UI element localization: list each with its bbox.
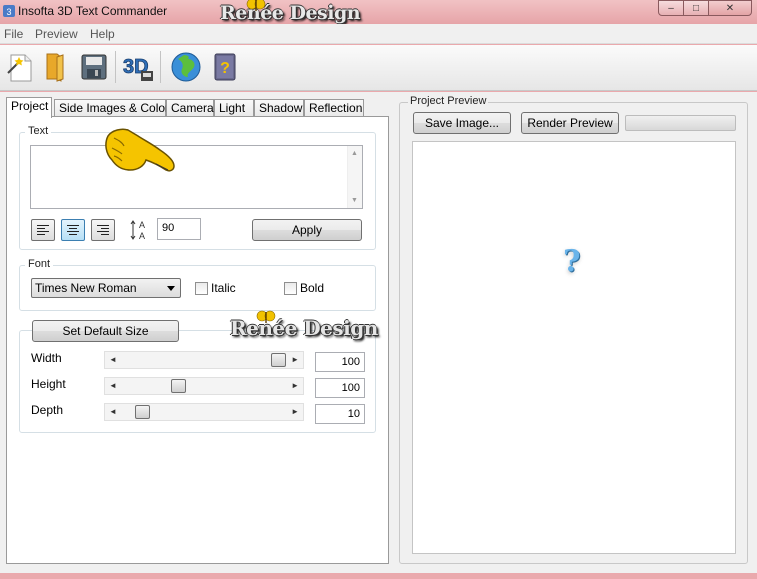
scroll-down-icon[interactable]: ▼ xyxy=(351,197,358,204)
project-panel: Text ▲ ▼ A A 90 Apply Font Times New Rom… xyxy=(6,116,389,564)
toolbar-separator xyxy=(160,51,161,83)
preview-placeholder-icon: ? xyxy=(563,244,581,279)
3d-text-button[interactable]: 3D xyxy=(120,49,156,85)
tab-camera[interactable]: Camera xyxy=(166,99,214,117)
set-default-size-button[interactable]: Set Default Size xyxy=(32,320,179,342)
width-input[interactable]: 100 xyxy=(315,352,365,372)
pointing-hand-icon xyxy=(105,128,175,172)
align-right-icon xyxy=(97,225,109,235)
text-size-icon: A A xyxy=(130,220,145,241)
height-label: Height xyxy=(31,377,66,391)
text-group-title: Text xyxy=(25,125,52,137)
slider-right-arrow-icon[interactable]: ► xyxy=(291,355,299,364)
depth-input[interactable]: 10 xyxy=(315,404,365,424)
slider-right-arrow-icon[interactable]: ► xyxy=(291,381,299,390)
close-button[interactable]: ✕ xyxy=(708,0,752,16)
italic-checkbox[interactable]: Italic xyxy=(195,281,236,295)
bold-checkbox-box[interactable] xyxy=(284,281,297,295)
help-book-icon: ? xyxy=(214,53,236,81)
align-left-icon xyxy=(37,225,49,235)
save-image-button[interactable]: Save Image... xyxy=(413,112,511,134)
width-slider[interactable]: ◄ ► xyxy=(104,351,304,369)
text-size-input[interactable]: 90 xyxy=(157,218,201,240)
save-project-button[interactable] xyxy=(76,49,112,85)
bold-checkbox[interactable]: Bold xyxy=(284,281,324,295)
menu-file[interactable]: File xyxy=(4,27,23,41)
web-button[interactable] xyxy=(168,49,204,85)
open-folder-icon xyxy=(46,53,64,82)
height-slider-thumb[interactable] xyxy=(171,379,186,393)
depth-slider-thumb[interactable] xyxy=(135,405,150,419)
window-title: Insofta 3D Text Commander xyxy=(18,4,168,18)
text-scrollbar[interactable]: ▲ ▼ xyxy=(347,146,362,208)
watermark-logo: Renée Design xyxy=(220,2,361,24)
3d-text-icon: 3D xyxy=(123,56,153,81)
render-preview-button[interactable]: Render Preview xyxy=(521,112,619,134)
svg-text:A: A xyxy=(139,231,145,241)
font-group: Font Times New Roman Italic Bold xyxy=(19,258,376,311)
font-group-title: Font xyxy=(25,258,54,270)
depth-slider[interactable]: ◄ ► xyxy=(104,403,304,421)
align-center-icon xyxy=(67,225,79,235)
preview-canvas xyxy=(412,141,736,554)
minimize-button[interactable]: – xyxy=(658,0,684,16)
tab-light[interactable]: Light xyxy=(214,99,254,117)
butterfly-icon xyxy=(256,310,276,323)
help-button[interactable]: ? xyxy=(207,49,243,85)
save-icon xyxy=(81,54,107,80)
svg-text:3: 3 xyxy=(6,7,11,17)
tab-reflection[interactable]: Reflection xyxy=(304,99,364,117)
scroll-up-icon[interactable]: ▲ xyxy=(351,150,358,157)
width-slider-thumb[interactable] xyxy=(271,353,286,367)
slider-left-arrow-icon[interactable]: ◄ xyxy=(109,381,117,390)
align-center-button[interactable] xyxy=(61,219,85,241)
new-project-button[interactable] xyxy=(2,49,38,85)
text-input[interactable]: ▲ ▼ xyxy=(30,145,363,209)
size-group: Set Default Size Width ◄ ► 100 Height ◄ … xyxy=(19,320,376,433)
app-icon: 3 xyxy=(3,5,15,17)
apply-button[interactable]: Apply xyxy=(252,219,362,241)
menu-bar: File Preview Help xyxy=(0,24,757,44)
render-progress-bar xyxy=(625,115,736,131)
font-select[interactable]: Times New Roman xyxy=(31,278,181,298)
width-label: Width xyxy=(31,351,62,365)
maximize-button[interactable]: □ xyxy=(683,0,709,16)
toolbar-separator xyxy=(115,51,116,83)
menu-preview[interactable]: Preview xyxy=(35,27,78,41)
chevron-down-icon xyxy=(167,286,175,291)
preview-title: Project Preview xyxy=(408,95,489,107)
italic-label: Italic xyxy=(211,281,236,295)
new-wizard-icon xyxy=(7,54,32,82)
align-left-button[interactable] xyxy=(31,219,55,241)
title-bar: 3 Insofta 3D Text Commander Renée Design… xyxy=(0,0,757,24)
tab-side-images-colors[interactable]: Side Images & Colors xyxy=(54,99,175,117)
align-right-button[interactable] xyxy=(91,219,115,241)
bottom-border xyxy=(0,573,757,579)
tab-project[interactable]: Project xyxy=(6,97,52,118)
open-project-button[interactable] xyxy=(38,49,74,85)
svg-text:?: ? xyxy=(220,60,230,77)
font-select-value: Times New Roman xyxy=(35,281,137,295)
depth-label: Depth xyxy=(31,403,64,417)
tab-shadow[interactable]: Shadow xyxy=(254,99,304,117)
text-group: Text ▲ ▼ A A 90 Apply xyxy=(19,125,376,250)
height-slider[interactable]: ◄ ► xyxy=(104,377,304,395)
web-globe-icon xyxy=(171,52,201,82)
menu-help[interactable]: Help xyxy=(90,27,115,41)
bold-label: Bold xyxy=(300,281,325,295)
toolbar: 3D ? xyxy=(0,45,757,91)
butterfly-icon xyxy=(246,0,266,11)
svg-text:A: A xyxy=(139,220,145,230)
watermark-logo: Renée Design xyxy=(230,316,378,340)
slider-left-arrow-icon[interactable]: ◄ xyxy=(109,355,117,364)
height-input[interactable]: 100 xyxy=(315,378,365,398)
slider-right-arrow-icon[interactable]: ► xyxy=(291,407,299,416)
slider-left-arrow-icon[interactable]: ◄ xyxy=(109,407,117,416)
italic-checkbox-box[interactable] xyxy=(195,281,208,295)
